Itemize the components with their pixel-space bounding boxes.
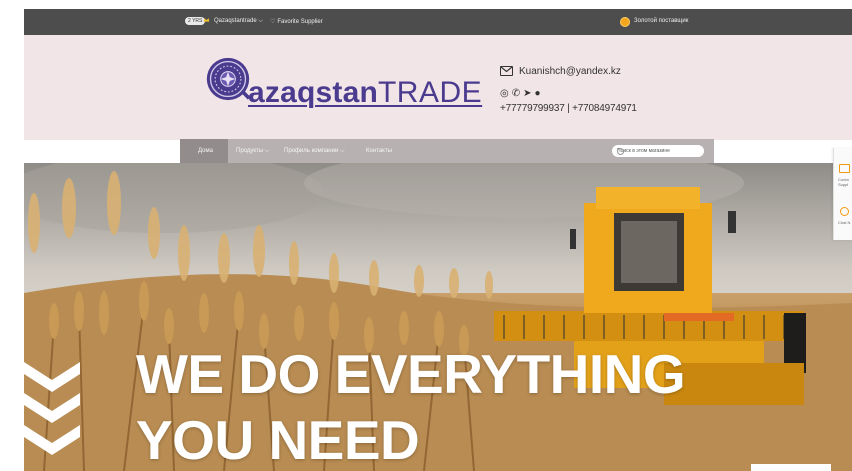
nav-item-contacts[interactable]: Контакты bbox=[366, 148, 392, 154]
whatsapp-icon[interactable]: ◎ bbox=[500, 88, 509, 99]
store-name-link[interactable]: Qazaqstantrade ⌵ bbox=[214, 18, 263, 25]
email-link[interactable]: Kuanishch@yandex.kz bbox=[519, 66, 621, 77]
gold-supplier-icon bbox=[620, 17, 630, 27]
chevron-down-icon bbox=[24, 425, 80, 455]
search-placeholder: Поиск в этом магазине bbox=[617, 148, 670, 154]
chat-icon[interactable] bbox=[840, 207, 849, 216]
social-icons: ◎ ✆ ➤ ● bbox=[500, 88, 544, 99]
top-bar: 2 YRS Qazaqstantrade ⌵ ♡ Favorite Supplie… bbox=[24, 9, 852, 35]
chevron-down-icon bbox=[24, 362, 80, 392]
favorite-supplier-label: Favorite Supplier bbox=[277, 19, 323, 25]
store-logo-text[interactable]: azaqstanTRADE bbox=[248, 78, 482, 108]
nav-item-products[interactable]: Продукты ⌵ bbox=[236, 148, 269, 155]
store-search-input[interactable]: Поиск в этом магазине bbox=[612, 145, 704, 157]
page: 2 YRS Qazaqstantrade ⌵ ♡ Favorite Supplie… bbox=[0, 0, 852, 471]
mail-icon bbox=[500, 66, 513, 77]
hero-headline-line2: YOU NEED bbox=[136, 409, 420, 471]
logo-trade: TRADE bbox=[377, 76, 483, 109]
phone-numbers: +77779799937 | +77084974971 bbox=[500, 103, 637, 114]
hero-headline-line1: WE DO EVERYTHING bbox=[136, 343, 686, 405]
contact-supplier-label[interactable]: Conta Suppl bbox=[838, 177, 852, 187]
chevron-down-icon: ⌵ bbox=[340, 148, 345, 154]
heart-icon: ♡ bbox=[270, 19, 276, 25]
nav-home-label: Дома bbox=[198, 148, 213, 154]
chevron-down-icon: ⌵ bbox=[264, 148, 270, 154]
store-name: Qazaqstantrade bbox=[214, 18, 257, 24]
email-row: Kuanishch@yandex.kz bbox=[500, 66, 621, 77]
logo-main: azaqstan bbox=[248, 76, 378, 109]
side-contact-widget: Conta Suppl Chat N bbox=[833, 148, 852, 240]
nav-products-label: Продукты bbox=[236, 148, 264, 154]
viber-icon[interactable]: ✆ bbox=[512, 88, 520, 99]
chat-now-label[interactable]: Chat N bbox=[838, 220, 850, 225]
mail-icon[interactable] bbox=[839, 164, 850, 173]
telegram-icon[interactable]: ➤ bbox=[523, 88, 531, 99]
chevron-down-icon bbox=[24, 393, 80, 423]
store-header: azaqstanTRADE Kuanishch@yandex.kz ◎ ✆ ➤ ● +… bbox=[24, 35, 852, 140]
gold-supplier-label[interactable]: Золотой поставщик bbox=[634, 18, 688, 24]
store-nav: Дома Продукты ⌵ Профиль компании ⌵ Конта… bbox=[180, 139, 714, 163]
search-icon[interactable] bbox=[617, 148, 624, 155]
crown-icon bbox=[203, 18, 210, 22]
hero-banner: WE DO EVERYTHING YOU NEED bbox=[24, 163, 852, 471]
favorite-supplier-button[interactable]: ♡ Favorite Supplier bbox=[270, 18, 323, 25]
nav-company-label: Профиль компании bbox=[284, 148, 339, 154]
nav-item-company-profile[interactable]: Профиль компании ⌵ bbox=[284, 148, 345, 155]
corner-panel bbox=[751, 464, 831, 471]
logo-emblem-icon bbox=[206, 57, 251, 101]
wechat-icon[interactable]: ● bbox=[535, 88, 541, 99]
nav-item-home[interactable]: Дома bbox=[180, 139, 228, 163]
chevron-down-icon: ⌵ bbox=[258, 18, 263, 24]
